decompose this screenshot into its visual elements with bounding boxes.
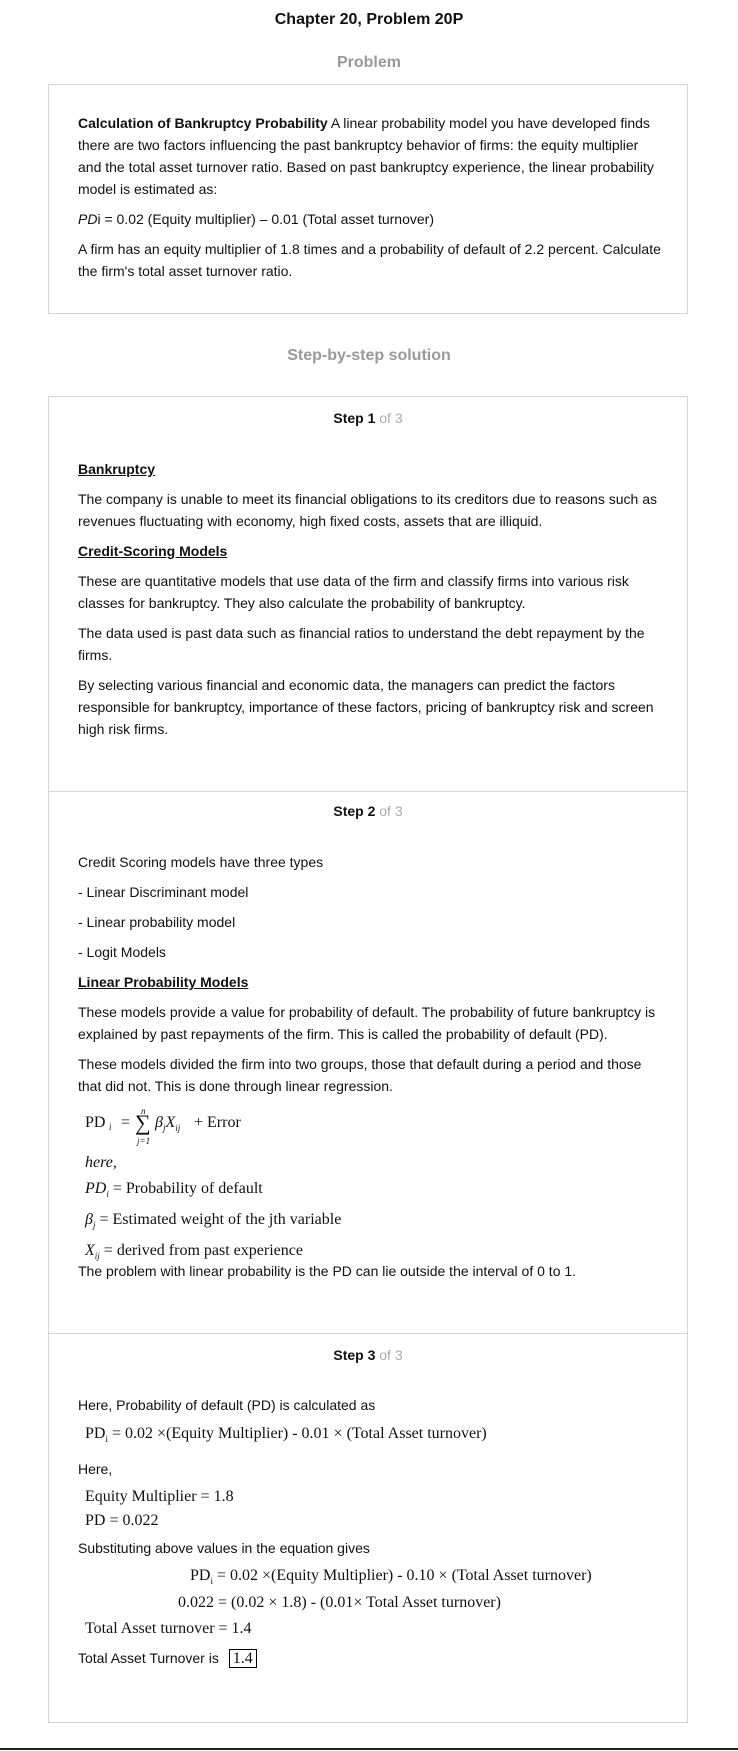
credit-scoring-heading: Credit-Scoring Models: [78, 543, 228, 559]
def-beta-symbol: β: [85, 1211, 93, 1229]
step3-eq3: 0.022 = (0.02 × 1.8) - (0.01× Total Asse…: [178, 1594, 501, 1611]
type-item: - Linear Discriminant model: [78, 884, 249, 900]
page-title: Chapter 20, Problem 20P: [274, 11, 464, 28]
eq-beta-x: βjXij: [155, 1114, 181, 1134]
def-beta-text: = Estimated weight of the jth variable: [99, 1211, 342, 1229]
eq-sub-i: i: [109, 1122, 112, 1132]
step1-content: Bankruptcy The company is unable to meet…: [78, 458, 663, 748]
step2-text3: The problem with linear probability is t…: [78, 1263, 577, 1279]
step3-heading: Step 3 of 3: [48, 1347, 688, 1363]
step3-intro: Here, Probability of default (PD) is cal…: [78, 1397, 376, 1413]
step1-text2: These are quantitative models that use d…: [78, 573, 629, 611]
step-divider: [48, 1333, 688, 1334]
step3-here: Here,: [78, 1461, 113, 1477]
step3-eq1-text: = 0.02 ×(Equity Multiplier) - 0.01 × (To…: [111, 1425, 487, 1442]
given-pd: PD = 0.022: [85, 1512, 159, 1529]
answer-box: 1.4: [228, 1649, 257, 1668]
problem-question: A firm has an equity multiplier of 1.8 t…: [78, 241, 661, 279]
sum-lower: j=1: [137, 1136, 151, 1146]
def-pd-symbol: PD: [85, 1180, 107, 1197]
def-x-symbol: X: [85, 1242, 95, 1260]
step2-note: The problem with linear probability is t…: [78, 1260, 663, 1290]
linear-probability-heading: Linear Probability Models: [78, 974, 249, 990]
type-item: - Logit Models: [78, 944, 166, 960]
step3-subst: Substituting above values in the equatio…: [78, 1540, 370, 1556]
here-label: here,: [85, 1154, 117, 1171]
step2-intro: Credit Scoring models have three types: [78, 854, 324, 870]
step2-label: Step 2: [333, 803, 376, 819]
step3-eq2-text: = 0.02 ×(Equity Multiplier) - 0.10 × (To…: [216, 1567, 592, 1584]
problem-lead: Calculation of Bankruptcy Probability: [78, 115, 328, 131]
bankruptcy-heading: Bankruptcy: [78, 461, 156, 477]
step3-eq1: PDi = 0.02 ×(Equity Multiplier) - 0.01 ×…: [85, 1425, 487, 1445]
step2-of: of 3: [379, 803, 403, 819]
step1-text3: The data used is past data such as finan…: [78, 625, 645, 663]
step2-content: Credit Scoring models have three types -…: [78, 851, 663, 1105]
page-bottom-rule: [0, 1748, 738, 1750]
step1-label: Step 1: [333, 410, 376, 426]
def-pd-text: = Probability of default: [112, 1180, 263, 1197]
given-equity-multiplier: Equity Multiplier = 1.8: [85, 1488, 234, 1505]
step-divider: [48, 791, 688, 792]
given-values: Equity Multiplier = 1.8 PD = 0.022: [85, 1485, 234, 1533]
step1-text1: The company is unable to meet its financ…: [78, 491, 657, 529]
def-pd: PDi = Probability of default: [85, 1180, 263, 1200]
eq-equals: =: [121, 1114, 131, 1131]
solution-heading: Step-by-step solution: [287, 347, 451, 364]
eq-pd: PD: [85, 1114, 106, 1131]
answer-label: Total Asset Turnover is: [78, 1650, 219, 1666]
step1-heading: Step 1 of 3: [48, 410, 688, 426]
problem-heading: Problem: [336, 54, 401, 71]
step1-of: of 3: [379, 410, 403, 426]
def-beta: βj = Estimated weight of the jth variabl…: [85, 1211, 342, 1231]
step2-heading: Step 2 of 3: [48, 803, 688, 819]
step3-label: Step 3: [333, 1347, 376, 1363]
type-item: - Linear probability model: [78, 914, 236, 930]
step1-text4: By selecting various financial and econo…: [78, 677, 654, 737]
step2-text1: These models provide a value for probabi…: [78, 1004, 656, 1042]
step3-eq4: Total Asset turnover = 1.4: [85, 1620, 252, 1637]
definitions: here, PDi = Probability of default βj = …: [85, 1150, 341, 1270]
answer-line: Total Asset Turnover is 1.4: [78, 1647, 257, 1670]
problem-content: Calculation of Bankruptcy Probability A …: [78, 112, 663, 290]
sigma-symbol: ∑: [135, 1110, 151, 1135]
step2-text2: These models divided the firm into two g…: [78, 1056, 642, 1094]
problem-eq: i = 0.02 (Equity multiplier) – 0.01 (Tot…: [97, 211, 434, 227]
regression-equation: PD i = n ∑ j=1 βjXij + Error: [85, 1106, 385, 1148]
def-x-text: = derived from past experience: [103, 1242, 303, 1260]
problem-eq-pd: PD: [78, 211, 98, 227]
eq-error: + Error: [194, 1114, 241, 1131]
step3-of: of 3: [379, 1347, 403, 1363]
step3-eq2: PDi = 0.02 ×(Equity Multiplier) - 0.10 ×…: [190, 1567, 592, 1587]
